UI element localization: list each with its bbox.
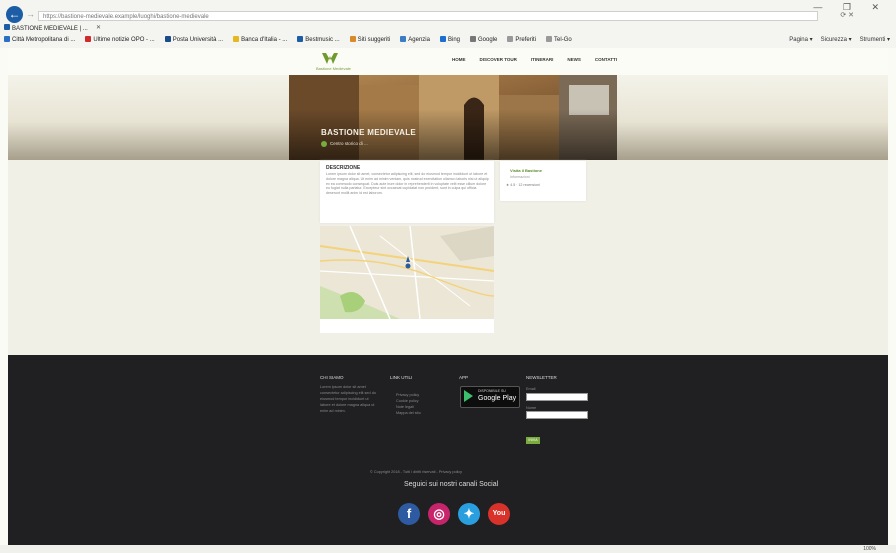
browser-tab[interactable]: BASTIONE MEDIEVALE | ... bbox=[4, 24, 134, 34]
tab-favicon-icon bbox=[4, 24, 10, 30]
favorite-label: Bing bbox=[447, 37, 460, 43]
nav-item[interactable]: ITINERARI bbox=[531, 57, 554, 62]
facebook-icon[interactable]: f bbox=[398, 503, 420, 525]
logo-text: Bastione Medievale bbox=[316, 66, 351, 71]
favorite-label: Agenzia bbox=[408, 37, 430, 43]
info-subtitle: Informazioni bbox=[510, 175, 530, 179]
description-text: Lorem ipsum dolor sit amet, consectetur … bbox=[326, 172, 489, 196]
favorite-link[interactable]: Agenzia bbox=[400, 35, 430, 46]
map-footer bbox=[320, 319, 494, 333]
window-controls[interactable]: — ❐ ✕ bbox=[813, 2, 888, 13]
favorite-link[interactable]: Posta Università ... bbox=[164, 35, 224, 46]
zoom-level[interactable]: 100% bbox=[863, 546, 876, 552]
command-menu[interactable]: Pagina ▾ bbox=[789, 37, 812, 43]
nav-item[interactable]: NEWS bbox=[567, 57, 581, 62]
instagram-icon[interactable]: ◎ bbox=[428, 503, 450, 525]
submit-button[interactable]: INVIA bbox=[526, 437, 540, 444]
google-play-icon bbox=[464, 390, 473, 402]
favorite-label: Preferiti bbox=[515, 37, 537, 43]
favorite-favicon-icon bbox=[297, 36, 304, 42]
info-title[interactable]: Visita il Bastione bbox=[510, 168, 542, 173]
favorite-link[interactable]: Preferiti bbox=[507, 35, 536, 46]
favorite-label: Posta Università ... bbox=[172, 37, 224, 43]
tab-title: BASTIONE MEDIEVALE | ... bbox=[12, 26, 88, 32]
favorite-link[interactable]: Ultime notizie OPO - ... bbox=[85, 35, 155, 46]
footer-links-list: Privacy policy Cookie policy Note legali Ma… bbox=[396, 392, 444, 416]
favorite-label: Città Metropolitana di ... bbox=[12, 37, 76, 43]
favorite-favicon-icon bbox=[349, 36, 356, 42]
favorite-link[interactable]: Google bbox=[470, 35, 497, 46]
site-header bbox=[8, 48, 888, 75]
favorite-link[interactable]: Siti suggeriti bbox=[349, 35, 391, 46]
nav-item[interactable]: HOME bbox=[452, 57, 466, 62]
copyright-text: © Copyright 2018 - Tutti i diritti riser… bbox=[370, 470, 463, 474]
footer-app-title: APP bbox=[459, 375, 469, 380]
favorite-favicon-icon bbox=[507, 36, 514, 42]
favorite-label: Bestmusic ... bbox=[305, 37, 340, 43]
email-label: Email bbox=[526, 387, 536, 391]
tab-close-icon[interactable]: ✕ bbox=[96, 24, 101, 31]
main-nav: HOME DISCOVER TOUR ITINERARI NEWS CONTATTI bbox=[452, 57, 631, 62]
name-field[interactable] bbox=[526, 411, 588, 419]
status-bar bbox=[0, 545, 896, 553]
google-play-small-text: DISPONIBILE SU bbox=[478, 389, 506, 393]
favorite-favicon-icon bbox=[164, 36, 171, 42]
favorite-link[interactable]: Città Metropolitana di ... bbox=[4, 35, 75, 46]
info-sidebar bbox=[500, 161, 586, 201]
hero-photo bbox=[289, 75, 617, 160]
nav-item[interactable]: CONTATTI bbox=[595, 57, 617, 62]
favorite-link[interactable]: Banca d'Italia - ... bbox=[233, 35, 287, 46]
favorite-link[interactable]: Tel-Go bbox=[546, 35, 572, 46]
nav-item[interactable]: DISCOVER TOUR bbox=[480, 57, 517, 62]
favorite-link[interactable]: Bing bbox=[439, 35, 460, 46]
google-play-text: Google Play bbox=[478, 395, 517, 402]
command-bar: Pagina ▾ Sicurezza ▾ Strumenti ▾ bbox=[781, 35, 890, 46]
favorite-label: Siti suggeriti bbox=[357, 37, 391, 43]
favorite-favicon-icon bbox=[546, 36, 553, 42]
favorite-favicon-icon bbox=[439, 36, 446, 42]
favorites-bar: Città Metropolitana di ... Ultime notizie… bbox=[4, 35, 894, 46]
footer-links-title: LINK UTILI bbox=[390, 375, 413, 380]
forward-arrow-icon[interactable]: → bbox=[26, 9, 35, 19]
rating-text: ★ 4.5 · 12 recensioni bbox=[506, 183, 540, 187]
logo-icon[interactable] bbox=[320, 52, 340, 65]
favorite-label: Ultime notizie OPO - ... bbox=[93, 37, 155, 43]
favorite-favicon-icon bbox=[233, 36, 240, 42]
command-menu[interactable]: Strumenti ▾ bbox=[860, 37, 890, 43]
newsletter-title: NEWSLETTER bbox=[526, 375, 557, 380]
favorite-link[interactable]: Bestmusic ... bbox=[297, 35, 340, 46]
favorite-favicon-icon bbox=[400, 36, 407, 42]
command-menu[interactable]: Sicurezza ▾ bbox=[821, 37, 852, 43]
footer-about-title: CHI SIAMO bbox=[320, 375, 344, 380]
favorite-label: Banca d'Italia - ... bbox=[241, 37, 288, 43]
description-title: DESCRIZIONE bbox=[326, 165, 361, 171]
favorite-favicon-icon bbox=[85, 36, 92, 42]
favorite-favicon-icon bbox=[4, 36, 10, 42]
footer-about-text: Lorem ipsum dolor sit amet consectetur a… bbox=[320, 385, 376, 413]
address-bar[interactable]: https://bastione-medievale.example/luogh… bbox=[38, 11, 818, 21]
favorite-label: Google bbox=[478, 37, 498, 43]
hero-subtitle: Centro storico di ... bbox=[330, 141, 368, 146]
favorite-favicon-icon bbox=[470, 36, 476, 42]
hero-title: BASTIONE MEDIEVALE bbox=[321, 128, 417, 137]
social-heading: Seguici sui nostri canali Social bbox=[404, 481, 499, 488]
favorite-label: Tel-Go bbox=[554, 37, 572, 43]
youtube-icon[interactable]: You bbox=[488, 503, 510, 525]
footer-link[interactable]: Mappa del sito bbox=[396, 410, 444, 416]
twitter-icon[interactable]: ✦ bbox=[458, 503, 480, 525]
back-arrow-icon[interactable]: ← bbox=[6, 6, 23, 23]
email-field[interactable] bbox=[526, 393, 588, 401]
location-map[interactable] bbox=[320, 226, 494, 319]
location-pin-icon bbox=[321, 141, 327, 147]
